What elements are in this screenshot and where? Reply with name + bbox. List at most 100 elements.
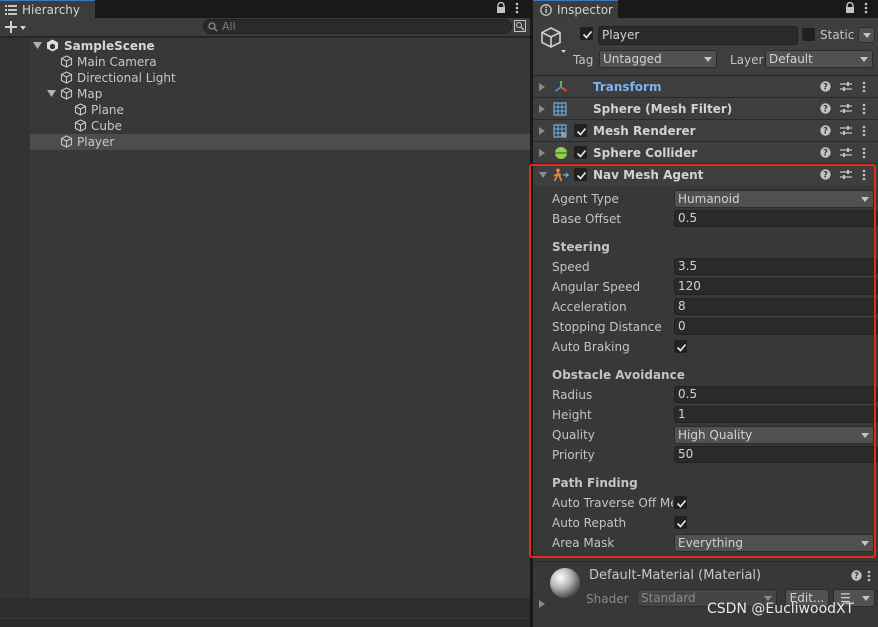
base-offset-value: 0.5 bbox=[678, 211, 698, 225]
area-mask-row: Area Mask Everything bbox=[533, 533, 878, 553]
stopping-distance-field[interactable]: 0 bbox=[674, 318, 878, 335]
fold-arrow-expanded-icon[interactable] bbox=[539, 172, 547, 178]
hierarchy-row-map[interactable]: Map bbox=[0, 86, 530, 102]
gameobject-cube-icon[interactable] bbox=[539, 26, 567, 54]
preset-sliders-icon[interactable] bbox=[840, 103, 852, 114]
tag-dropdown[interactable]: Untagged bbox=[599, 50, 717, 68]
more-icon[interactable] bbox=[515, 2, 519, 14]
auto-repath-row: Auto Repath bbox=[533, 513, 878, 533]
auto-braking-checkbox[interactable] bbox=[674, 340, 687, 353]
angular-speed-field[interactable]: 120 bbox=[674, 278, 878, 295]
expand-arrow-icon[interactable] bbox=[33, 42, 42, 49]
component-enabled-checkbox[interactable] bbox=[574, 168, 587, 181]
more-icon[interactable] bbox=[862, 125, 866, 137]
fold-arrow-icon[interactable] bbox=[539, 600, 545, 608]
static-dropdown[interactable] bbox=[858, 27, 875, 43]
component-mesh-renderer[interactable]: Mesh Renderer ? bbox=[533, 120, 878, 142]
more-icon[interactable] bbox=[862, 81, 866, 93]
watermark: CSDN @EucliwoodXT bbox=[707, 601, 854, 617]
auto-repath-checkbox[interactable] bbox=[674, 516, 687, 529]
tab-hierarchy[interactable]: Hierarchy bbox=[0, 0, 95, 18]
component-enabled-checkbox[interactable] bbox=[574, 124, 587, 137]
scene-view-icon[interactable] bbox=[514, 20, 526, 32]
more-icon[interactable] bbox=[862, 147, 866, 159]
component-mesh-filter[interactable]: Sphere (Mesh Filter) ? bbox=[533, 98, 878, 120]
priority-value: 50 bbox=[678, 447, 694, 461]
tag-value: Untagged bbox=[603, 52, 662, 66]
hierarchy-row-label: Plane bbox=[91, 103, 124, 117]
component-title: Mesh Renderer bbox=[593, 124, 696, 138]
priority-row: Priority 50 bbox=[533, 445, 878, 465]
hierarchy-search-input[interactable]: All bbox=[203, 19, 512, 34]
acceleration-label: Acceleration bbox=[552, 300, 627, 314]
component-enabled-checkbox[interactable] bbox=[574, 146, 587, 159]
help-icon[interactable]: ? bbox=[820, 125, 831, 136]
help-icon[interactable]: ? bbox=[820, 81, 831, 92]
speed-label: Speed bbox=[552, 260, 590, 274]
component-transform[interactable]: Transform ? bbox=[533, 76, 878, 98]
shader-label: Shader bbox=[586, 592, 629, 606]
sphere-collider-icon bbox=[554, 146, 568, 160]
stopping-distance-label: Stopping Distance bbox=[552, 320, 662, 334]
horizontal-scrollbar[interactable] bbox=[0, 618, 530, 627]
preset-sliders-icon[interactable] bbox=[840, 81, 852, 92]
hierarchy-row-plane[interactable]: Plane bbox=[0, 102, 530, 118]
agent-type-dropdown[interactable]: Humanoid bbox=[674, 190, 874, 208]
fold-arrow-icon[interactable] bbox=[539, 105, 545, 113]
svg-text:?: ? bbox=[823, 171, 828, 180]
help-icon[interactable]: ? bbox=[820, 147, 831, 158]
mesh-renderer-icon bbox=[553, 124, 567, 138]
lock-icon[interactable] bbox=[845, 2, 855, 14]
quality-row: Quality High Quality bbox=[533, 425, 878, 445]
tab-inspector[interactable]: Inspector bbox=[533, 0, 618, 18]
expand-arrow-icon[interactable] bbox=[47, 90, 56, 97]
component-sphere-collider[interactable]: Sphere Collider ? bbox=[533, 142, 878, 164]
hierarchy-row-main-camera[interactable]: Main Camera bbox=[0, 54, 530, 70]
priority-field[interactable]: 50 bbox=[674, 446, 878, 463]
agent-type-row: Agent Type Humanoid bbox=[533, 189, 878, 209]
radius-field[interactable]: 0.5 bbox=[674, 386, 878, 403]
active-checkbox[interactable] bbox=[580, 27, 593, 40]
hierarchy-row-label: Directional Light bbox=[77, 71, 176, 85]
component-nav-mesh-agent[interactable]: Nav Mesh Agent ? bbox=[533, 164, 878, 186]
add-icon[interactable] bbox=[5, 21, 27, 34]
help-icon[interactable]: ? bbox=[820, 169, 831, 180]
hierarchy-row-player[interactable]: Player bbox=[0, 134, 530, 150]
acceleration-row: Acceleration 8 bbox=[533, 297, 878, 317]
preset-sliders-icon[interactable] bbox=[840, 169, 852, 180]
height-field[interactable]: 1 bbox=[674, 406, 878, 423]
more-icon[interactable] bbox=[862, 103, 866, 115]
static-checkbox[interactable] bbox=[802, 28, 815, 41]
base-offset-field[interactable]: 0.5 bbox=[674, 210, 878, 227]
layer-dropdown[interactable]: Default bbox=[765, 50, 873, 68]
preset-sliders-icon[interactable] bbox=[840, 125, 852, 136]
hierarchy-row-samplescene[interactable]: SampleScene bbox=[0, 38, 530, 54]
component-title: Sphere Collider bbox=[593, 146, 698, 160]
fold-arrow-icon[interactable] bbox=[539, 83, 545, 91]
angular-speed-row: Angular Speed 120 bbox=[533, 277, 878, 297]
base-offset-row: Base Offset 0.5 bbox=[533, 209, 878, 229]
preset-sliders-icon[interactable] bbox=[840, 147, 852, 158]
fold-arrow-icon[interactable] bbox=[539, 149, 545, 157]
auto-traverse-checkbox[interactable] bbox=[674, 496, 687, 509]
agent-type-label: Agent Type bbox=[552, 192, 619, 206]
lock-icon[interactable] bbox=[496, 2, 506, 14]
acceleration-field[interactable]: 8 bbox=[674, 298, 878, 315]
more-icon[interactable] bbox=[862, 169, 866, 181]
static-label: Static bbox=[820, 28, 855, 42]
more-icon[interactable] bbox=[864, 2, 868, 14]
hierarchy-row-directional-light[interactable]: Directional Light bbox=[0, 70, 530, 86]
help-icon[interactable]: ? bbox=[851, 570, 862, 581]
list-icon bbox=[5, 4, 17, 15]
more-icon[interactable] bbox=[867, 570, 871, 582]
object-name-field[interactable]: Player bbox=[598, 26, 798, 45]
hierarchy-row-label: Cube bbox=[91, 119, 122, 133]
quality-dropdown[interactable]: High Quality bbox=[674, 426, 874, 444]
help-icon[interactable]: ? bbox=[820, 103, 831, 114]
hierarchy-row-cube[interactable]: Cube bbox=[0, 118, 530, 134]
fold-arrow-icon[interactable] bbox=[539, 127, 545, 135]
hierarchy-panel: Hierarchy All SampleScene Main Camera Di… bbox=[0, 0, 530, 627]
area-mask-dropdown[interactable]: Everything bbox=[674, 534, 874, 552]
component-title: Sphere (Mesh Filter) bbox=[593, 102, 733, 116]
speed-field[interactable]: 3.5 bbox=[674, 258, 878, 275]
